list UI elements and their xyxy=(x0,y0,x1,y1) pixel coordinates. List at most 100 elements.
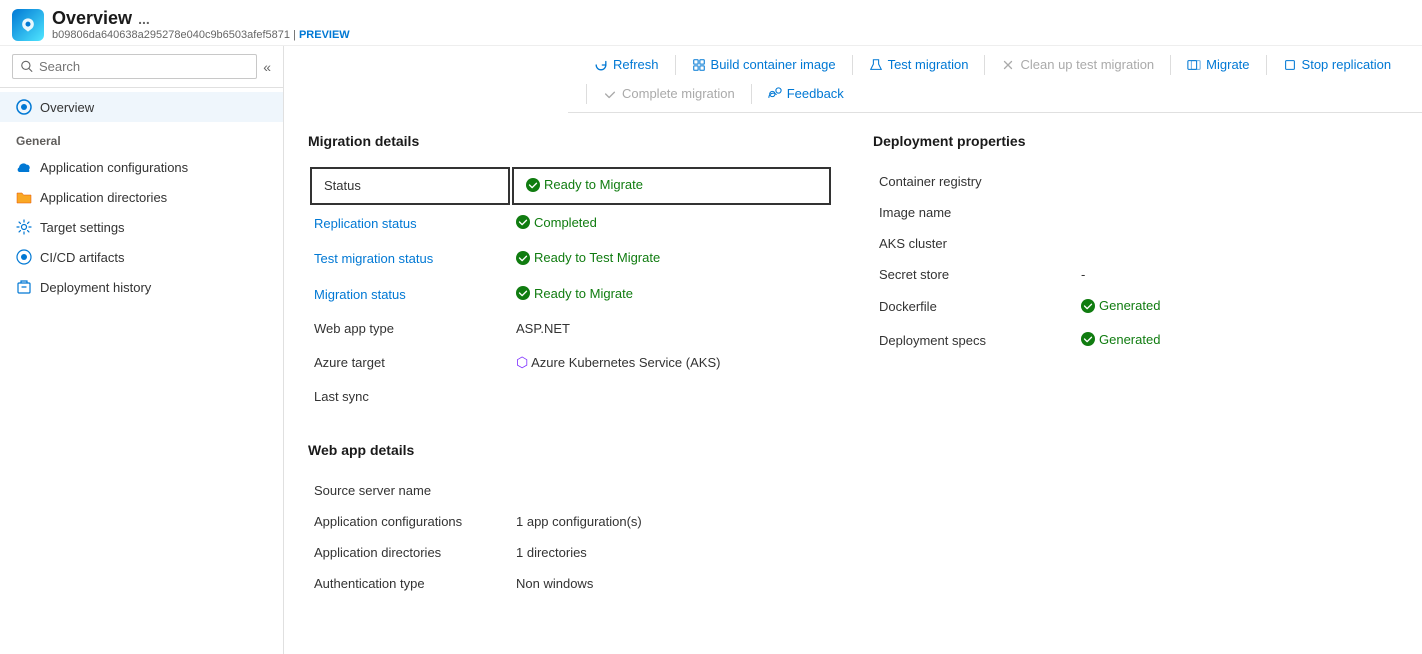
two-col-layout: Migration details Status Ready to Migrat… xyxy=(308,133,1398,600)
deployment-specs-row: Deployment specs Generated xyxy=(875,325,1396,357)
migration-status-value: Ready to Migrate xyxy=(516,286,633,301)
dockerfile-badge: Generated xyxy=(1081,298,1160,313)
sidebar-item-application-configurations[interactable]: Application configurations xyxy=(0,152,283,182)
feedback-button[interactable]: Feedback xyxy=(758,81,854,106)
source-server-row: Source server name xyxy=(310,476,831,505)
app-dirs-value: 1 directories xyxy=(512,538,831,567)
status-row: Status Ready to Migrate xyxy=(310,167,831,205)
azure-target-label: Azure target xyxy=(310,346,510,379)
divider-2 xyxy=(852,55,853,75)
page-title: Overview xyxy=(52,8,132,29)
divider-7 xyxy=(751,84,752,104)
web-app-details-section: Web app details Source server name Appli… xyxy=(308,442,833,600)
deployment-specs-value: Generated xyxy=(1077,325,1396,357)
replication-status-label[interactable]: Replication status xyxy=(314,216,417,231)
ellipsis-menu[interactable]: ... xyxy=(138,11,150,27)
stop-replication-button[interactable]: Stop replication xyxy=(1273,52,1402,77)
secret-store-label: Secret store xyxy=(875,260,1075,289)
aks-cluster-label: AKS cluster xyxy=(875,229,1075,258)
divider-6 xyxy=(586,84,587,104)
title-bar: Overview ... b09806da640638a295278e040c9… xyxy=(0,0,1422,46)
test-migration-status-label[interactable]: Test migration status xyxy=(314,251,433,266)
overview-icon xyxy=(16,99,32,115)
search-icon xyxy=(21,60,33,73)
sidebar-item-cicd-artifacts[interactable]: CI/CD artifacts xyxy=(0,242,283,272)
cleanup-test-migration-button[interactable]: Clean up test migration xyxy=(991,52,1164,77)
sidebar-item-target-settings[interactable]: Target settings xyxy=(0,212,283,242)
build-container-image-button[interactable]: Build container image xyxy=(682,52,846,77)
aks-cluster-row: AKS cluster xyxy=(875,229,1396,258)
status-value: Ready to Migrate xyxy=(512,167,831,205)
test-migration-status-value: Ready to Test Migrate xyxy=(516,250,660,265)
status-badge: Ready to Migrate xyxy=(526,177,643,192)
sidebar: « Overview General Application configura… xyxy=(0,46,284,654)
migration-status-label[interactable]: Migration status xyxy=(314,287,406,302)
deployment-properties-title: Deployment properties xyxy=(873,133,1398,149)
sidebar-item-overview[interactable]: Overview xyxy=(0,92,283,122)
content-area: Migration details Status Ready to Migrat… xyxy=(284,113,1422,654)
sidebar-nav: Overview General Application configurati… xyxy=(0,88,283,306)
image-name-row: Image name xyxy=(875,198,1396,227)
migrate-icon xyxy=(1187,58,1201,72)
container-registry-label: Container registry xyxy=(875,167,1075,196)
app-configs-row: Application configurations 1 app configu… xyxy=(310,507,831,536)
sidebar-item-application-directories[interactable]: Application directories xyxy=(0,182,283,212)
search-box[interactable] xyxy=(12,54,257,79)
divider-5 xyxy=(1266,55,1267,75)
sidebar-item-deployment-history[interactable]: Deployment history xyxy=(0,272,283,302)
cicd-icon xyxy=(16,249,32,265)
auth-type-row: Authentication type Non windows xyxy=(310,569,831,598)
stop-icon xyxy=(1283,58,1297,72)
complete-migration-button[interactable]: Complete migration xyxy=(593,81,745,106)
resource-id: b09806da640638a295278e040c9b6503afef5871… xyxy=(52,29,350,41)
web-app-type-value: ASP.NET xyxy=(512,313,831,344)
build-icon xyxy=(692,58,706,72)
gear-icon xyxy=(16,219,32,235)
sidebar-search-area: « xyxy=(0,46,283,88)
test-migration-button[interactable]: Test migration xyxy=(859,52,979,77)
app-dirs-label: Application directories xyxy=(310,538,510,567)
aks-icon xyxy=(516,354,528,371)
last-sync-value xyxy=(512,381,831,412)
deployment-specs-badge: Generated xyxy=(1081,332,1160,347)
feedback-icon xyxy=(768,87,782,101)
auth-type-value: Non windows xyxy=(512,569,831,598)
source-server-label: Source server name xyxy=(310,476,510,505)
collapse-sidebar-button[interactable]: « xyxy=(263,59,271,75)
general-section-label: General xyxy=(0,122,283,152)
complete-icon xyxy=(603,87,617,101)
status-label: Status xyxy=(310,167,510,205)
image-name-label: Image name xyxy=(875,198,1075,227)
main-layout: « Overview General Application configura… xyxy=(0,46,1422,654)
cleanup-icon xyxy=(1001,58,1015,72)
container-registry-row: Container registry xyxy=(875,167,1396,196)
container-registry-value xyxy=(1077,167,1396,196)
dockerfile-label: Dockerfile xyxy=(875,291,1075,323)
deployment-specs-label: Deployment specs xyxy=(875,325,1075,357)
deployment-properties-table: Container registry Image name AKS cluste… xyxy=(873,165,1398,358)
test-migration-icon xyxy=(869,58,883,72)
last-sync-row: Last sync xyxy=(310,381,831,412)
web-app-type-label: Web app type xyxy=(310,313,510,344)
azure-target-value: Azure Kubernetes Service (AKS) xyxy=(512,346,831,379)
replication-status-row: Replication status Completed xyxy=(310,207,831,241)
app-dirs-row: Application directories 1 directories xyxy=(310,538,831,567)
refresh-button[interactable]: Refresh xyxy=(584,52,669,77)
deployment-properties-section: Deployment properties Container registry… xyxy=(873,133,1398,600)
web-app-details-title: Web app details xyxy=(308,442,833,458)
dockerfile-value: Generated xyxy=(1077,291,1396,323)
azure-target-row: Azure target Azure Kubernetes Service (A… xyxy=(310,346,831,379)
folder-icon xyxy=(16,189,32,205)
app-icon xyxy=(12,9,44,41)
divider-1 xyxy=(675,55,676,75)
migration-details-section: Migration details Status Ready to Migrat… xyxy=(308,133,833,600)
secret-store-row: Secret store - xyxy=(875,260,1396,289)
image-name-value xyxy=(1077,198,1396,227)
migration-details-title: Migration details xyxy=(308,133,833,149)
divider-3 xyxy=(984,55,985,75)
dockerfile-row: Dockerfile Generated xyxy=(875,291,1396,323)
search-input[interactable] xyxy=(39,59,248,74)
migration-details-table: Status Ready to Migrate Replication stat… xyxy=(308,165,833,414)
cloud-icon xyxy=(16,159,32,175)
migrate-button[interactable]: Migrate xyxy=(1177,52,1259,77)
